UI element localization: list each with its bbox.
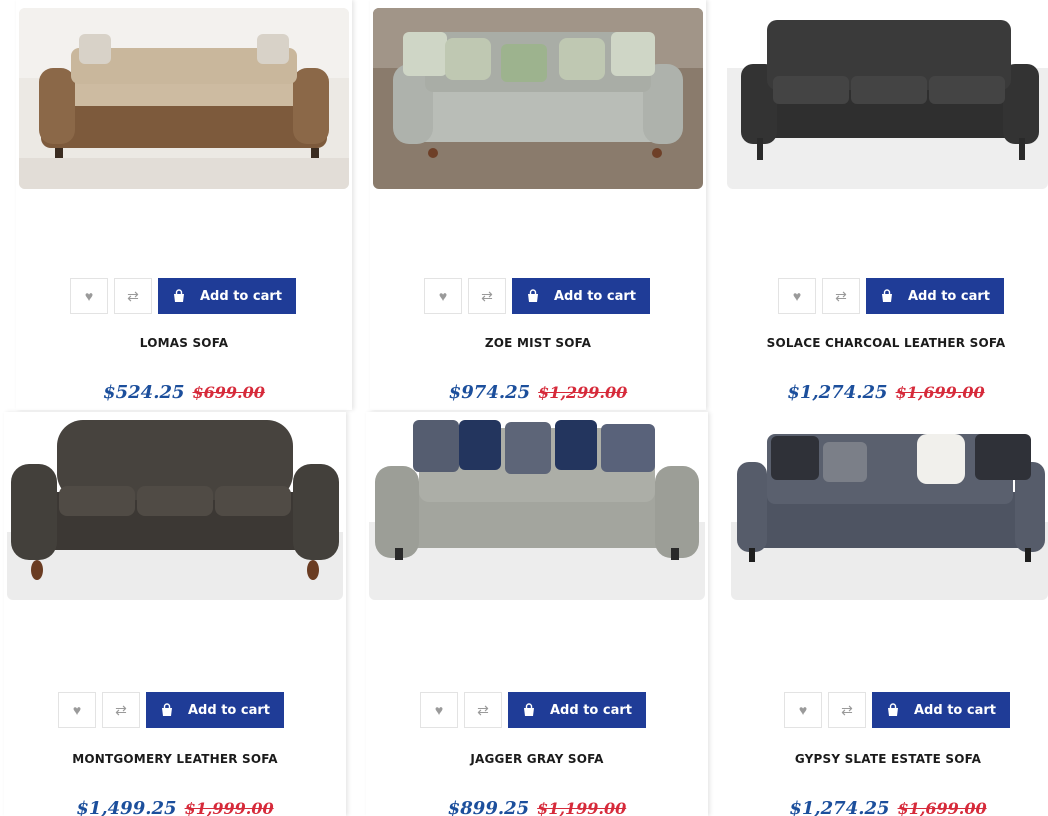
- product-card-montgomery: ♥ ⇄ Add to cart MONTGOMERY LEATHER SOFA …: [4, 412, 346, 816]
- shopping-bag-icon: [888, 703, 898, 716]
- product-image-gypsy[interactable]: [731, 412, 1048, 600]
- shopping-bag-icon: [882, 289, 892, 302]
- sale-price: $1,499.25: [76, 798, 177, 816]
- compare-button[interactable]: ⇄: [464, 692, 502, 728]
- product-actions: ♥ ⇄ Add to cart: [778, 278, 1004, 314]
- original-price: $1,699.00: [897, 799, 987, 816]
- add-to-cart-label: Add to cart: [200, 288, 282, 304]
- product-name[interactable]: SOLACE CHARCOAL LEATHER SOFA: [724, 336, 1048, 350]
- compare-arrows-icon: ⇄: [127, 287, 139, 304]
- wishlist-button[interactable]: ♥: [784, 692, 822, 728]
- wishlist-button[interactable]: ♥: [58, 692, 96, 728]
- add-to-cart-label: Add to cart: [908, 288, 990, 304]
- shopping-bag-icon: [174, 289, 184, 302]
- shopping-bag-icon: [528, 289, 538, 302]
- original-price: $1,199.00: [537, 799, 627, 816]
- product-card-gypsy: ♥ ⇄ Add to cart GYPSY SLATE ESTATE SOFA …: [728, 412, 1048, 816]
- compare-button[interactable]: ⇄: [114, 278, 152, 314]
- original-price: $699.00: [192, 383, 265, 402]
- sale-price: $899.25: [447, 798, 530, 816]
- sale-price: $524.25: [103, 382, 185, 403]
- product-name[interactable]: LOMAS SOFA: [16, 336, 352, 350]
- heart-icon: ♥: [434, 702, 444, 718]
- product-actions: ♥ ⇄ Add to cart: [420, 692, 646, 728]
- product-image-jagger[interactable]: [369, 412, 705, 600]
- wishlist-button[interactable]: ♥: [420, 692, 458, 728]
- add-to-cart-button[interactable]: Add to cart: [158, 278, 296, 314]
- product-card-jagger: ♥ ⇄ Add to cart JAGGER GRAY SOFA $899.25…: [366, 412, 708, 816]
- shopping-bag-icon: [162, 703, 172, 716]
- compare-button[interactable]: ⇄: [102, 692, 140, 728]
- compare-button[interactable]: ⇄: [468, 278, 506, 314]
- product-image-montgomery[interactable]: [7, 412, 343, 600]
- compare-arrows-icon: ⇄: [481, 287, 493, 304]
- product-card-lomas: ♥ ⇄ Add to cart LOMAS SOFA $524.25 $699.0…: [16, 0, 352, 410]
- compare-arrows-icon: ⇄: [477, 701, 489, 718]
- add-to-cart-button[interactable]: Add to cart: [512, 278, 650, 314]
- add-to-cart-button[interactable]: Add to cart: [508, 692, 646, 728]
- heart-icon: ♥: [792, 288, 802, 304]
- compare-button[interactable]: ⇄: [828, 692, 866, 728]
- product-price: $1,274.25 $1,699.00: [728, 798, 1048, 816]
- product-image-lomas[interactable]: [19, 8, 349, 189]
- product-card-solace: ♥ ⇄ Add to cart SOLACE CHARCOAL LEATHER …: [724, 0, 1048, 410]
- product-image-zoe-mist[interactable]: [373, 8, 703, 189]
- product-price: $974.25 $1,299.00: [370, 382, 706, 403]
- original-price: $1,299.00: [538, 383, 628, 402]
- original-price: $1,699.00: [895, 383, 985, 402]
- add-to-cart-label: Add to cart: [550, 702, 632, 718]
- product-name[interactable]: GYPSY SLATE ESTATE SOFA: [728, 752, 1048, 766]
- product-actions: ♥ ⇄ Add to cart: [70, 278, 296, 314]
- product-actions: ♥ ⇄ Add to cart: [424, 278, 650, 314]
- wishlist-button[interactable]: ♥: [424, 278, 462, 314]
- heart-icon: ♥: [798, 702, 808, 718]
- original-price: $1,999.00: [184, 799, 274, 816]
- compare-arrows-icon: ⇄: [115, 701, 127, 718]
- heart-icon: ♥: [84, 288, 94, 304]
- add-to-cart-button[interactable]: Add to cart: [866, 278, 1004, 314]
- product-price: $524.25 $699.00: [16, 382, 352, 403]
- compare-arrows-icon: ⇄: [835, 287, 847, 304]
- sale-price: $1,274.25: [789, 798, 890, 816]
- compare-arrows-icon: ⇄: [841, 701, 853, 718]
- product-price: $1,499.25 $1,999.00: [4, 798, 346, 816]
- product-name[interactable]: MONTGOMERY LEATHER SOFA: [4, 752, 346, 766]
- add-to-cart-label: Add to cart: [188, 702, 270, 718]
- sale-price: $974.25: [448, 382, 531, 403]
- product-name[interactable]: ZOE MIST SOFA: [370, 336, 706, 350]
- compare-button[interactable]: ⇄: [822, 278, 860, 314]
- product-name[interactable]: JAGGER GRAY SOFA: [366, 752, 708, 766]
- product-card-zoe-mist: ♥ ⇄ Add to cart ZOE MIST SOFA $974.25 $1,…: [370, 0, 706, 410]
- product-price: $1,274.25 $1,699.00: [724, 382, 1048, 403]
- wishlist-button[interactable]: ♥: [70, 278, 108, 314]
- sale-price: $1,274.25: [787, 382, 888, 403]
- add-to-cart-button[interactable]: Add to cart: [872, 692, 1010, 728]
- add-to-cart-label: Add to cart: [914, 702, 996, 718]
- add-to-cart-button[interactable]: Add to cart: [146, 692, 284, 728]
- product-price: $899.25 $1,199.00: [366, 798, 708, 816]
- heart-icon: ♥: [72, 702, 82, 718]
- product-image-solace[interactable]: [727, 8, 1048, 189]
- product-actions: ♥ ⇄ Add to cart: [58, 692, 284, 728]
- heart-icon: ♥: [438, 288, 448, 304]
- add-to-cart-label: Add to cart: [554, 288, 636, 304]
- wishlist-button[interactable]: ♥: [778, 278, 816, 314]
- shopping-bag-icon: [524, 703, 534, 716]
- product-actions: ♥ ⇄ Add to cart: [784, 692, 1010, 728]
